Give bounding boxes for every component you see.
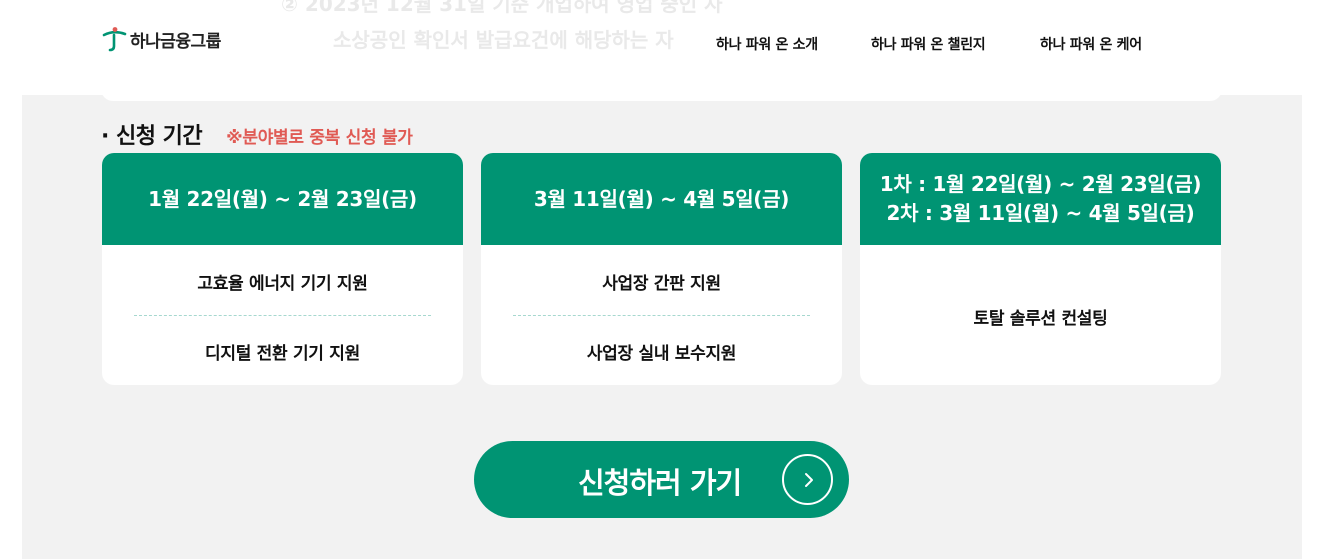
period-card-body: 토탈 솔루션 컨설팅 xyxy=(860,245,1221,385)
nav-item-challenge[interactable]: 하나 파워 온 챌린지 xyxy=(871,34,986,54)
divider xyxy=(513,315,810,316)
hana-logo-icon xyxy=(102,27,127,52)
period-card-body: 사업장 간판 지원 사업장 실내 보수지원 xyxy=(481,245,842,385)
period-card-header: 1월 22일(월) ~ 2월 23일(금) xyxy=(102,153,463,245)
period-dates: 1월 22일(월) ~ 2월 23일(금) xyxy=(148,186,417,211)
support-item: 사업장 간판 지원 xyxy=(602,274,721,294)
apply-button[interactable]: 신청하러 가기 xyxy=(474,441,849,518)
divider xyxy=(134,315,431,316)
period-dates-first: 1차 : 1월 22일(월) ~ 2월 23일(금) xyxy=(879,172,1202,196)
nav-item-intro[interactable]: 하나 파워 온 소개 xyxy=(716,34,818,54)
period-card-header: 3월 11일(월) ~ 4월 5일(금) xyxy=(481,153,842,245)
support-item: 토탈 솔루션 컨설팅 xyxy=(973,309,1108,329)
site-header: 하나금융그룹 하나 파워 온 소개 하나 파워 온 챌린지 하나 파워 온 케어 xyxy=(0,0,1323,90)
nav-item-care[interactable]: 하나 파워 온 케어 xyxy=(1040,34,1142,54)
support-item: 고효율 에너지 기기 지원 xyxy=(197,274,368,294)
period-card-2: 3월 11일(월) ~ 4월 5일(금) 사업장 간판 지원 사업장 실내 보수… xyxy=(481,153,842,385)
period-note: ※분야별로 중복 신청 불가 xyxy=(226,128,413,148)
period-heading: · 신청 기간 ※분야별로 중복 신청 불가 xyxy=(101,118,413,150)
page: ② 2023년 12월 31일 기준 개업하여 영업 중인 사 소상공인 확인서… xyxy=(0,0,1323,559)
apply-button-label: 신청하러 가기 xyxy=(578,466,742,500)
period-dates: 3월 11일(월) ~ 4월 5일(금) xyxy=(533,186,790,211)
period-card-body: 고효율 에너지 기기 지원 디지털 전환 기기 지원 xyxy=(102,245,463,385)
period-title: · 신청 기간 xyxy=(101,124,203,149)
support-item: 디지털 전환 기기 지원 xyxy=(205,344,360,364)
period-dates-second: 2차 : 3월 11일(월) ~ 4월 5일(금) xyxy=(886,201,1195,225)
chevron-right-icon xyxy=(782,454,833,505)
logo[interactable]: 하나금융그룹 xyxy=(101,26,221,52)
logo-text: 하나금융그룹 xyxy=(130,31,221,52)
period-card-header: 1차 : 1월 22일(월) ~ 2월 23일(금) 2차 : 3월 11일(월… xyxy=(860,153,1221,245)
period-card-3: 1차 : 1월 22일(월) ~ 2월 23일(금) 2차 : 3월 11일(월… xyxy=(860,153,1221,385)
support-item: 사업장 실내 보수지원 xyxy=(586,344,737,364)
period-card-1: 1월 22일(월) ~ 2월 23일(금) 고효율 에너지 기기 지원 디지털 … xyxy=(102,153,463,385)
